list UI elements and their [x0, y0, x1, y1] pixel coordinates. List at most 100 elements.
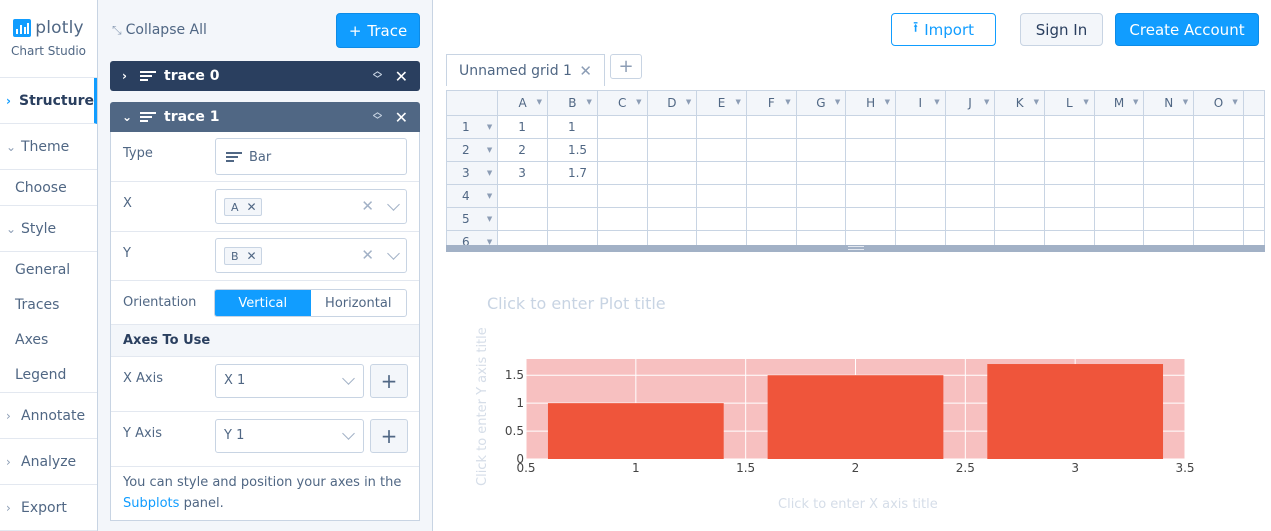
caret-down-icon[interactable]: ▼ — [487, 169, 492, 177]
y-axis-title-placeholder[interactable]: Click to enter Y axis title — [475, 327, 490, 486]
grid-cell[interactable] — [945, 161, 996, 185]
clear-icon[interactable]: ✕ — [361, 246, 374, 264]
grid-cell[interactable] — [746, 184, 797, 208]
trace-1-header[interactable]: ⌄ trace 1 ︿ ﹀ ✕ — [110, 102, 420, 132]
grid-cell[interactable] — [994, 184, 1046, 208]
add-y-axis-button[interactable]: + — [370, 419, 408, 453]
grid-cell[interactable] — [845, 184, 896, 208]
grid-cell[interactable] — [796, 207, 847, 231]
sidebar-item-traces[interactable]: Traces — [0, 287, 97, 322]
sidebar-section-style[interactable]: ⌄ Style — [0, 206, 97, 252]
grid-cell[interactable] — [1094, 230, 1145, 245]
grid-cell[interactable] — [1143, 115, 1195, 139]
grid-cell[interactable] — [696, 184, 747, 208]
sidebar-section-annotate[interactable]: › Annotate — [0, 393, 97, 439]
column-header-k[interactable]: K ▼ — [994, 91, 1046, 116]
grid-cell[interactable] — [945, 184, 996, 208]
grid-cell[interactable] — [647, 115, 698, 139]
create-account-button[interactable]: Create Account — [1115, 13, 1259, 46]
grid-cell[interactable] — [497, 230, 548, 245]
grid-cell[interactable] — [1143, 184, 1195, 208]
add-grid-button[interactable]: + — [610, 54, 642, 79]
sidebar-section-structure[interactable]: › Structure — [0, 78, 97, 124]
column-header-n[interactable]: N ▼ — [1143, 91, 1195, 116]
grid-cell[interactable] — [1193, 138, 1244, 162]
grid-cell[interactable] — [1044, 230, 1095, 245]
delete-trace-1-icon[interactable]: ✕ — [395, 108, 408, 127]
grid-cell[interactable] — [1143, 161, 1195, 185]
sign-in-button[interactable]: Sign In — [1020, 13, 1103, 46]
grid-cell[interactable] — [647, 161, 698, 185]
grid-cell[interactable] — [895, 207, 946, 231]
grid-cell[interactable] — [696, 230, 747, 245]
grid-cell[interactable] — [994, 161, 1046, 185]
grid-cell[interactable]: 3 — [497, 161, 548, 185]
bar[interactable] — [987, 364, 1164, 459]
bar[interactable] — [767, 375, 944, 459]
grid-cell[interactable] — [696, 161, 747, 185]
caret-down-icon[interactable]: ▼ — [636, 98, 641, 106]
grid-cell[interactable] — [696, 207, 747, 231]
grid-cell[interactable] — [696, 115, 747, 139]
grid-cell[interactable] — [1193, 115, 1244, 139]
column-header-g[interactable]: G ▼ — [796, 91, 847, 116]
caret-down-icon[interactable]: ▼ — [785, 98, 790, 106]
chevron-down-icon[interactable] — [387, 247, 400, 260]
grid-cell[interactable] — [895, 184, 946, 208]
grid-cell[interactable] — [845, 230, 896, 245]
grid-cell[interactable] — [647, 184, 698, 208]
grid-cell[interactable] — [1044, 184, 1095, 208]
caret-down-icon[interactable]: ▼ — [487, 192, 492, 200]
caret-down-icon[interactable]: ▼ — [537, 98, 542, 106]
grid-cell[interactable] — [1094, 115, 1145, 139]
y-column-select[interactable]: B ✕ ✕ — [215, 238, 407, 273]
row-header[interactable]: 6 ▼ — [447, 230, 499, 246]
x-axis-title-placeholder[interactable]: Click to enter X axis title — [778, 497, 938, 512]
grid-cell[interactable] — [994, 115, 1046, 139]
grid-cell[interactable] — [746, 230, 797, 245]
caret-down-icon[interactable]: ▼ — [1232, 98, 1237, 106]
grid-cell[interactable] — [597, 230, 648, 245]
column-header-h[interactable]: H ▼ — [845, 91, 896, 116]
column-header-m[interactable]: M ▼ — [1094, 91, 1145, 116]
sidebar-section-theme[interactable]: ⌄ Theme — [0, 124, 97, 170]
column-header-f[interactable]: F ▼ — [746, 91, 797, 116]
grid-cell[interactable] — [696, 138, 747, 162]
x-column-select[interactable]: A ✕ ✕ — [215, 189, 407, 224]
caret-down-icon[interactable]: ▼ — [487, 146, 492, 154]
grid-cell[interactable] — [945, 207, 996, 231]
bar-chart[interactable]: 0.5 1 1.5 2 2.5 3 3.500.511.5 — [500, 350, 1210, 480]
reorder-icon[interactable]: ︿ ﹀ — [373, 68, 382, 85]
grid-cell[interactable] — [1094, 138, 1145, 162]
orientation-horizontal-button[interactable]: Horizontal — [311, 290, 407, 316]
grid-cell[interactable] — [746, 161, 797, 185]
sidebar-section-export[interactable]: › Export — [0, 485, 97, 531]
grid-cell[interactable] — [597, 138, 648, 162]
caret-down-icon[interactable]: ▼ — [1183, 98, 1188, 106]
grid-cell[interactable] — [746, 115, 797, 139]
sidebar-section-analyze[interactable]: › Analyze — [0, 439, 97, 485]
grid-cell[interactable] — [895, 138, 946, 162]
grid-cell[interactable] — [796, 184, 847, 208]
grid-cell[interactable] — [597, 115, 648, 139]
sidebar-item-legend[interactable]: Legend — [0, 357, 97, 392]
grid-cell[interactable] — [895, 230, 946, 245]
caret-down-icon[interactable]: ▼ — [686, 98, 691, 106]
grid-cell[interactable] — [845, 207, 896, 231]
column-header-d[interactable]: D ▼ — [647, 91, 698, 116]
grid-cell[interactable] — [994, 207, 1046, 231]
caret-down-icon[interactable]: ▼ — [586, 98, 591, 106]
row-header[interactable]: 3 ▼ — [447, 161, 499, 185]
trace-0-header[interactable]: › trace 0 ︿ ﹀ ✕ — [110, 61, 420, 91]
caret-down-icon[interactable]: ▼ — [885, 98, 890, 106]
column-header-j[interactable]: J ▼ — [945, 91, 996, 116]
grid-cell[interactable] — [746, 207, 797, 231]
plot-title-placeholder[interactable]: Click to enter Plot title — [487, 294, 666, 313]
y-axis-select[interactable]: Y 1 — [215, 419, 364, 453]
bar[interactable] — [547, 403, 724, 459]
grid-cell[interactable] — [1243, 161, 1265, 185]
grid-cell[interactable] — [796, 138, 847, 162]
grid-cell[interactable] — [1143, 207, 1195, 231]
caret-down-icon[interactable]: ▼ — [487, 238, 492, 246]
caret-down-icon[interactable]: ▼ — [1083, 98, 1088, 106]
